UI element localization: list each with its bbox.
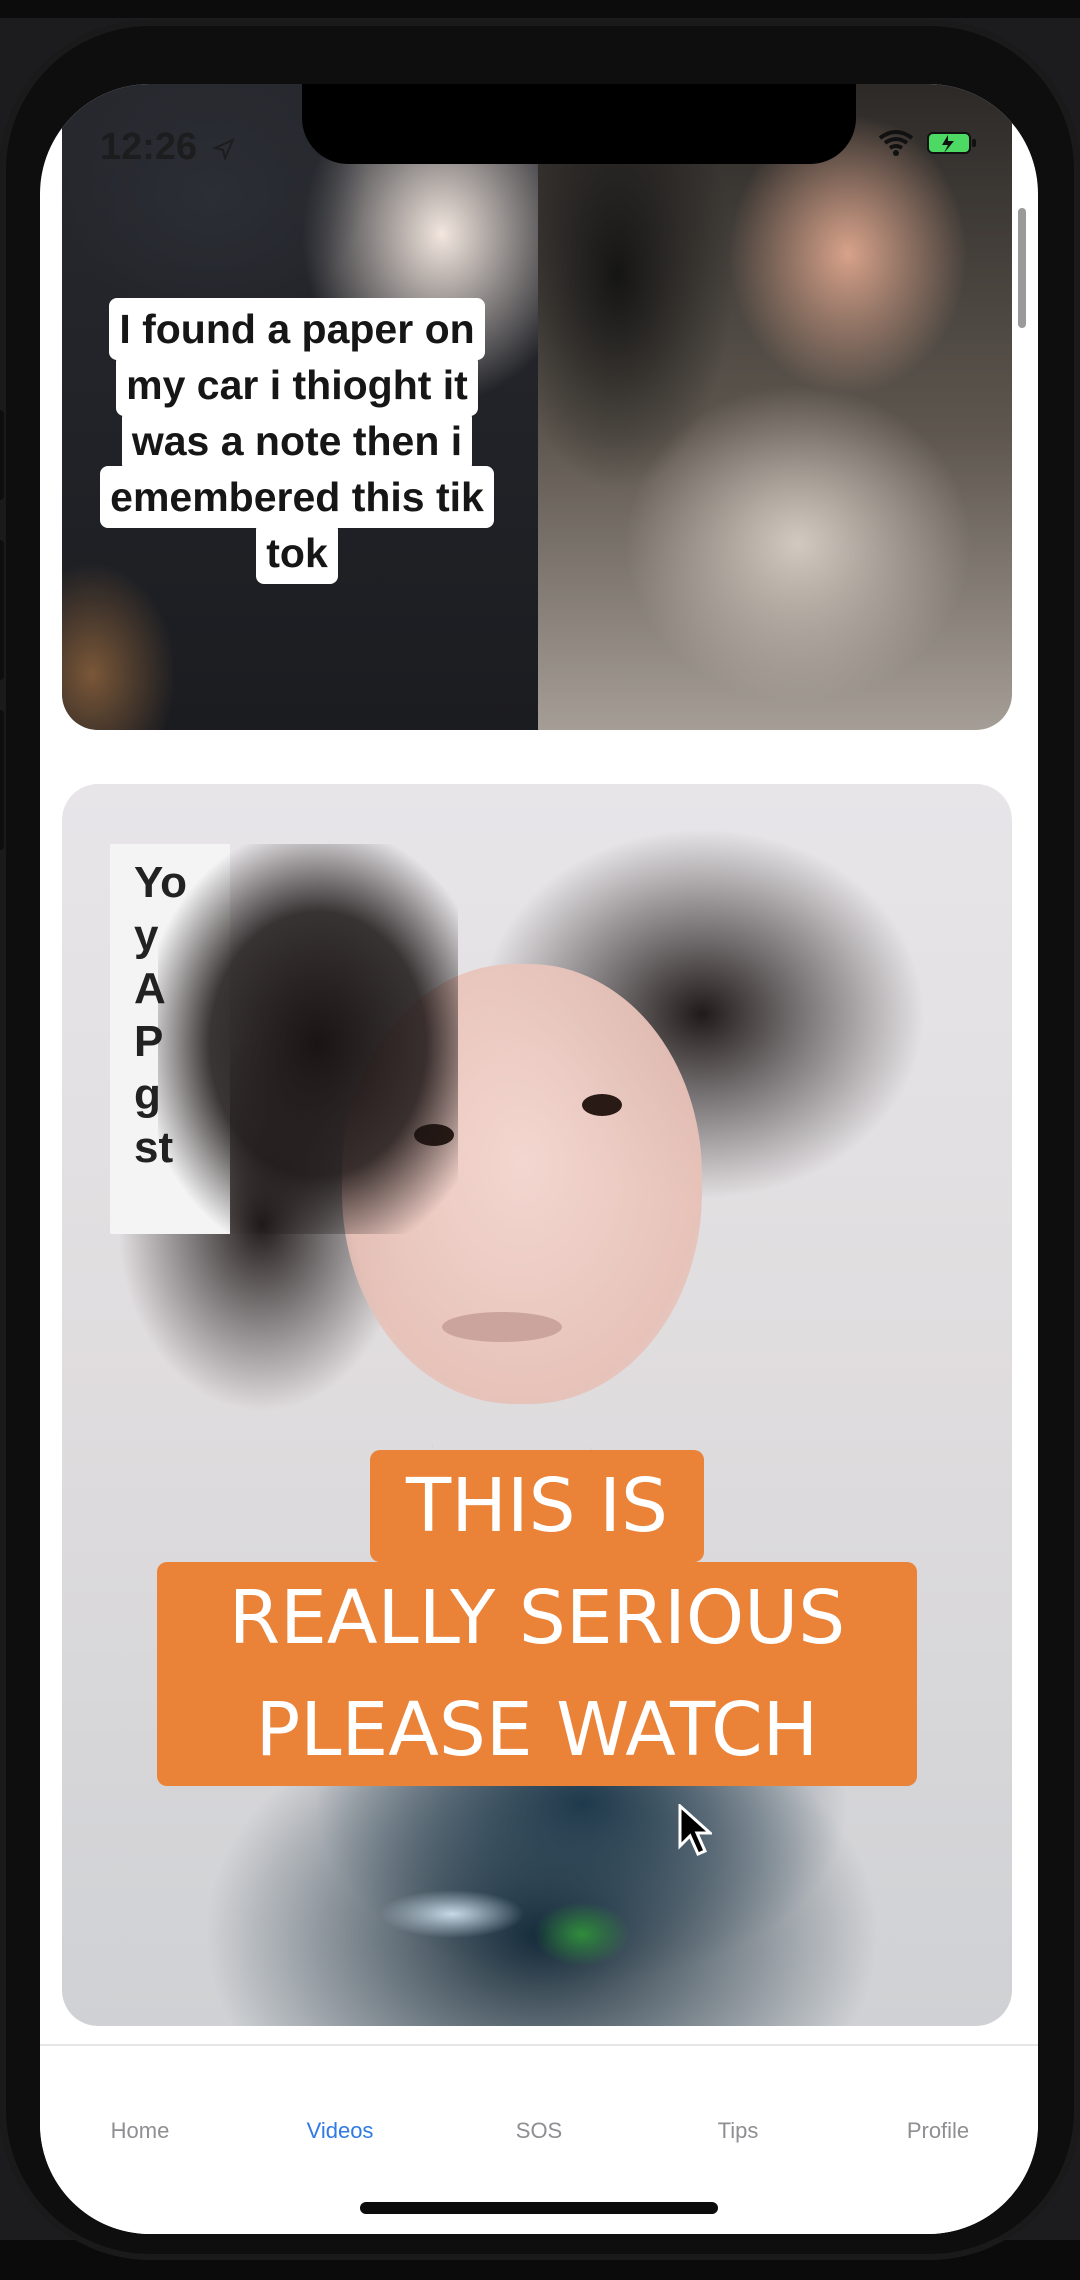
notch [302,84,856,164]
tab-tips[interactable]: Tips [638,2118,838,2144]
banner-line: THIS IS [370,1450,704,1562]
location-arrow-icon [211,137,235,162]
shirt-print [362,1874,662,2014]
caption-line: tok [256,522,338,584]
home-indicator[interactable] [360,2202,718,2214]
caption-line: my car i thioght it [116,354,478,416]
phone-volume-up-button [0,540,4,680]
tab-videos[interactable]: Videos [240,2118,440,2144]
status-time-text: 12:26 [100,126,198,168]
status-time: 12:26 [100,126,236,169]
person-lips [442,1312,562,1342]
app-screen: 12:26 I found a paper on my car i thiogh… [40,84,1038,2234]
tab-sos[interactable]: SOS [439,2118,639,2144]
mouse-pointer-icon [678,1802,714,1861]
tab-profile[interactable]: Profile [838,2118,1038,2144]
scroll-indicator[interactable] [1018,208,1026,328]
phone-volume-down-button [0,710,4,850]
phone-frame: 12:26 I found a paper on my car i thiogh… [0,20,1080,2260]
status-icons [876,128,978,158]
video-banner: THIS IS REALLY SERIOUS PLEASE WATCH [62,1450,1012,1786]
background-top [0,0,1080,18]
caption-line: emembered this tik [100,466,494,528]
video-caption: I found a paper on my car i thioght it w… [62,298,532,584]
wifi-icon [878,130,914,156]
caption-line: I found a paper on [109,298,485,360]
tab-home[interactable]: Home [40,2118,240,2144]
video-card[interactable]: Yo y A P g st THIS IS REALLY SERIOUS PLE… [62,784,1012,2026]
banner-line: REALLY SERIOUS [157,1562,917,1674]
video-thumbnail-right-half [538,84,1012,730]
video-card[interactable]: I found a paper on my car i thioght it w… [62,84,1012,730]
hair-overlay [158,844,458,1234]
battery-charging-icon [927,132,976,154]
banner-line: PLEASE WATCH [157,1674,917,1786]
phone-side-button [0,410,4,500]
person-eye [582,1094,622,1116]
caption-line: was a note then i [121,410,473,472]
